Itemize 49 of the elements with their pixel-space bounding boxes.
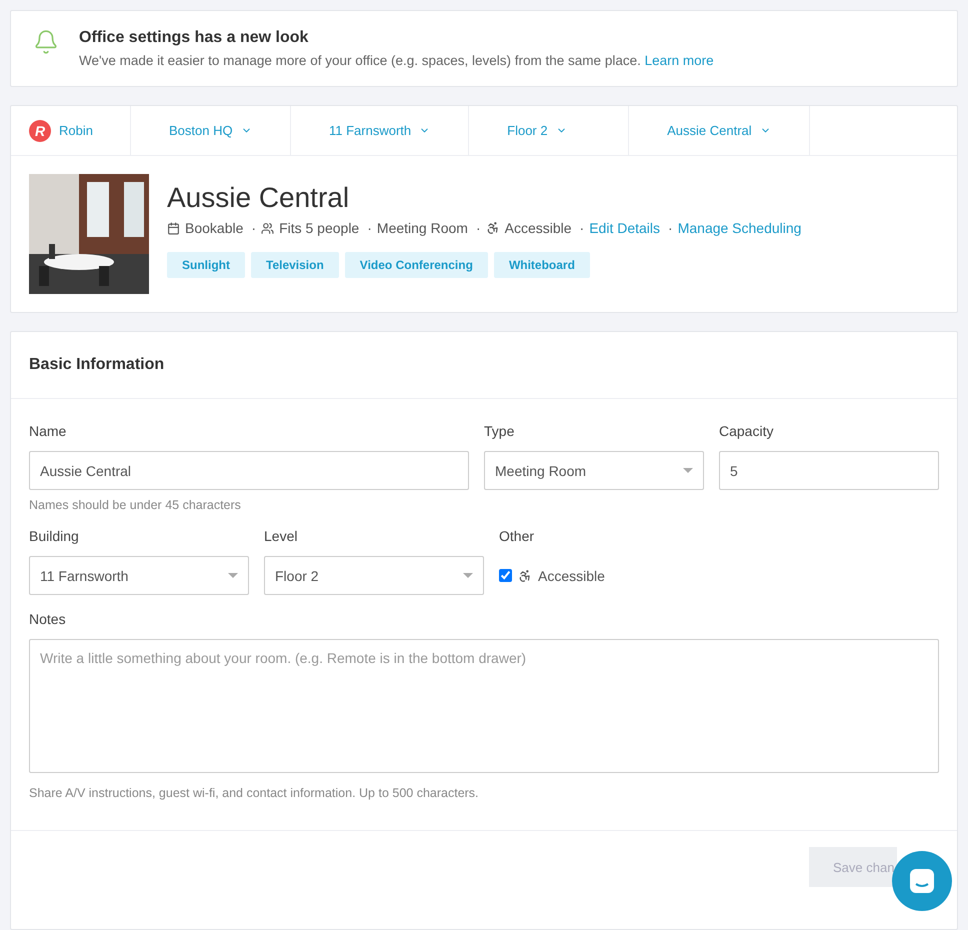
help-text: Share A/V instructions, guest wi-fi, and contact information. Up to 500 characters. <box>29 786 480 800</box>
breadcrumb-item[interactable]: R Robin <box>11 106 131 155</box>
checkbox-label: Accessible <box>538 568 605 584</box>
people-icon <box>261 222 274 234</box>
field-label: Level <box>264 528 298 544</box>
accessibility-icon <box>486 221 500 235</box>
accessibility-icon <box>518 568 532 582</box>
amenity-tag: Television <box>251 252 339 278</box>
space-detail: Meeting Room <box>376 220 468 236</box>
notes-textarea[interactable]: Write a little something about your room. (e.g. Remote is in the bottom drawer) <box>29 639 939 773</box>
details-link[interactable]: Edit Details <box>589 220 660 236</box>
breadcrumb-item[interactable]: Floor 2 <box>469 106 630 155</box>
breadcrumb-item[interactable]: Boston HQ <box>131 106 291 155</box>
logo-icon: R <box>29 120 51 142</box>
separator-dot: · <box>668 220 673 236</box>
field-label: Name <box>29 423 68 439</box>
space-title: Aussie Central <box>167 182 350 214</box>
field-label: Other <box>499 528 536 544</box>
breadcrumb-item[interactable]: Aussie Central <box>629 106 810 155</box>
calendar-icon <box>167 222 180 234</box>
breadcrumb-item[interactable]: 11 Farnsworth <box>291 106 470 155</box>
space-detail: Bookable <box>185 220 244 236</box>
notice-title: Office settings has a new look <box>79 29 310 47</box>
capacity-input[interactable]: 5 <box>719 451 939 490</box>
amenity-tag: Sunlight <box>167 252 245 278</box>
separator-dot: · <box>580 220 584 236</box>
learn-more-link[interactable]: Learn more <box>644 53 714 68</box>
accessible-checkbox[interactable] <box>499 569 512 582</box>
notice-text: We've made it easier to manage more of your office (e.g. spaces, levels) from the same place. Learn more <box>79 53 714 68</box>
separator-dot: · <box>476 220 481 236</box>
building-select[interactable]: 11 Farnsworth <box>29 556 249 595</box>
separator-dot: · <box>367 220 372 236</box>
bell-icon <box>33 29 59 55</box>
separator-dot: · <box>251 220 256 236</box>
space-detail: Accessible <box>504 220 572 236</box>
level-select[interactable]: Floor 2 <box>264 556 484 595</box>
details-link[interactable]: Manage Scheduling <box>678 220 802 236</box>
section-title: Basic Information <box>11 332 957 399</box>
space-detail: Fits 5 people <box>279 220 360 236</box>
amenity-tag: Whiteboard <box>494 252 590 278</box>
help-text: Names should be under 45 characters <box>29 498 242 512</box>
field-label: Type <box>484 423 516 439</box>
amenity-tag: Video Conferencing <box>344 252 488 278</box>
chat-icon <box>908 867 936 895</box>
field-label: Capacity <box>719 423 774 439</box>
name-input[interactable]: Aussie Central <box>29 451 469 490</box>
field-label: Notes <box>29 611 67 627</box>
type-select[interactable]: Meeting Room <box>484 451 704 490</box>
field-label: Building <box>29 528 80 544</box>
